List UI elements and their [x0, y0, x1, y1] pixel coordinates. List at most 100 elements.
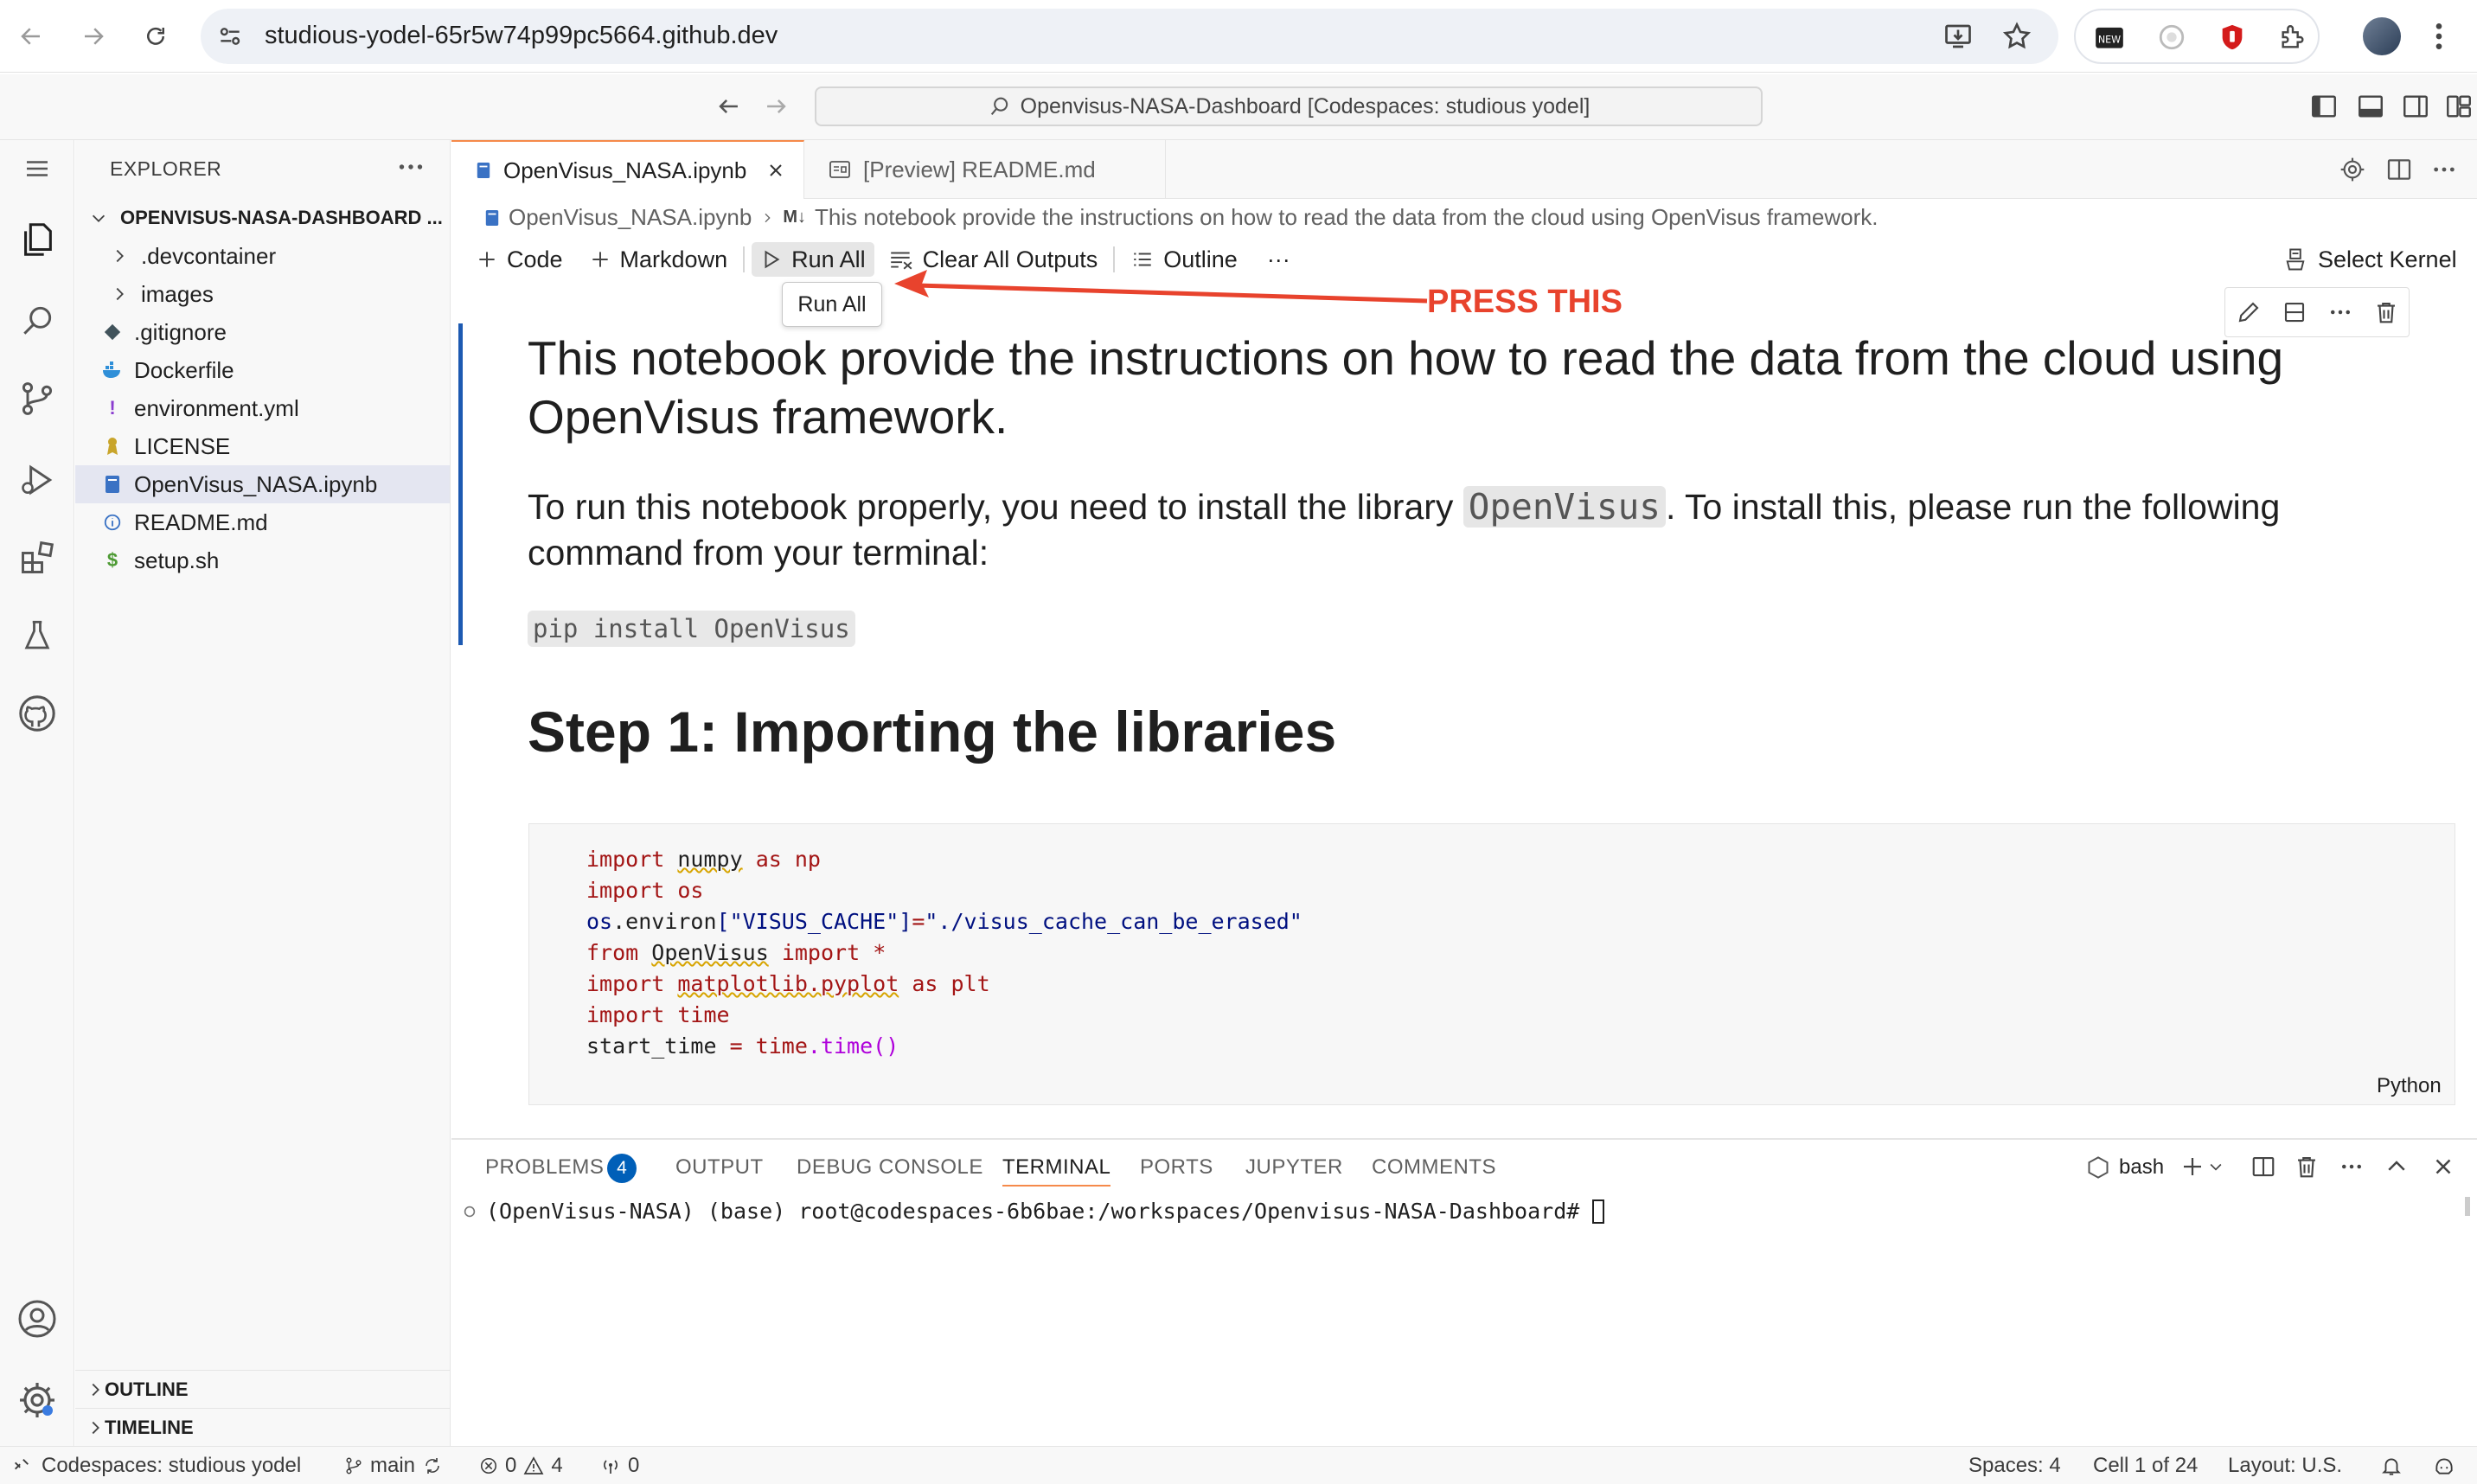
run-debug-icon[interactable] [12, 455, 62, 505]
panel-tab-ports[interactable]: PORTS [1140, 1155, 1213, 1180]
workspace-root[interactable]: OPENVISUS-NASA-DASHBOARD ... [75, 199, 450, 237]
close-icon[interactable] [765, 160, 786, 181]
notifications-bell-icon[interactable] [2380, 1447, 2403, 1484]
edit-pencil-icon[interactable] [2236, 299, 2262, 325]
nav-forward-icon[interactable] [761, 92, 790, 121]
command-center[interactable]: Openvisus-NASA-Dashboard [Codespaces: st… [815, 86, 1763, 126]
tab-readme-preview[interactable]: [Preview] README.md [804, 140, 1166, 199]
panel-tab-output[interactable]: OUTPUT [675, 1155, 764, 1180]
explorer-icon[interactable] [12, 214, 62, 265]
cell-position-status[interactable]: Cell 1 of 24 [2093, 1447, 2198, 1484]
search-icon[interactable] [12, 296, 62, 346]
toggle-secondary-sidebar-icon[interactable] [2401, 92, 2430, 121]
manage-gear-icon[interactable] [12, 1375, 62, 1425]
notebook-settings-gear-icon[interactable] [2339, 156, 2366, 183]
bookmark-star-icon[interactable] [2001, 21, 2032, 52]
accounts-icon[interactable] [12, 1294, 62, 1344]
toggle-sidebar-icon[interactable] [2309, 92, 2339, 121]
browser-reload-button[interactable] [137, 17, 175, 55]
split-terminal-icon[interactable] [2250, 1154, 2276, 1180]
browser-toolbar: studious-yodel-65r5w74p99pc5664.github.d… [0, 0, 2477, 73]
panel-more-icon[interactable] [2339, 1154, 2365, 1180]
tree-item-license[interactable]: LICENSE [75, 427, 450, 465]
run-all-label: Run All [791, 246, 866, 272]
run-all-button[interactable]: Run All [752, 242, 874, 277]
tree-item-gitignore[interactable]: .gitignore [75, 313, 450, 351]
command-center-label: Openvisus-NASA-Dashboard [Codespaces: st… [1020, 93, 1591, 118]
cell-more-icon[interactable] [2327, 299, 2353, 325]
panel-tab-jupyter[interactable]: JUPYTER [1245, 1155, 1343, 1180]
chevron-down-icon [2210, 1163, 2222, 1171]
site-info-icon[interactable] [216, 22, 244, 50]
tree-item-readme[interactable]: README.md [75, 503, 450, 541]
panel-tab-problems[interactable]: PROBLEMS [485, 1155, 604, 1180]
add-code-cell-button[interactable]: Code [467, 242, 572, 277]
editor-more-icon[interactable] [2430, 156, 2458, 183]
tree-item-environment-yml[interactable]: ! environment.yml [75, 389, 450, 427]
sync-icon[interactable] [422, 1455, 443, 1476]
kill-terminal-trash-icon[interactable] [2294, 1154, 2320, 1180]
extension-new-icon[interactable]: NEW [2093, 21, 2126, 54]
panel-tab-debug-console[interactable]: DEBUG CONSOLE [797, 1155, 983, 1180]
breadcrumb[interactable]: OpenVisus_NASA.ipynb M↓ This notebook pr… [484, 204, 1878, 231]
remote-indicator[interactable]: Codespaces: studious yodel [0, 1447, 332, 1484]
code-line: start_time = time.time() [586, 1033, 899, 1059]
customize-layout-icon[interactable] [2444, 92, 2474, 121]
url-text[interactable]: studious-yodel-65r5w74p99pc5664.github.d… [265, 22, 778, 50]
source-control-icon[interactable] [12, 374, 62, 424]
add-markdown-cell-button[interactable]: Markdown [580, 242, 737, 277]
terminal-scrollbar[interactable] [2465, 1197, 2470, 1216]
tab-notebook[interactable]: OpenVisus_NASA.ipynb [451, 140, 804, 199]
chevron-right-icon [106, 285, 132, 304]
outline-section-header[interactable]: OUTLINE [75, 1370, 450, 1408]
keyboard-layout-status[interactable]: Layout: U.S. [2228, 1447, 2342, 1484]
extension-ublock-icon[interactable] [2218, 22, 2247, 52]
menu-icon[interactable] [12, 144, 62, 194]
github-icon[interactable] [12, 688, 62, 739]
browser-menu-icon[interactable] [2430, 19, 2448, 54]
select-kernel-button[interactable]: Select Kernel [2283, 242, 2457, 277]
profile-avatar[interactable] [2363, 17, 2401, 55]
breadcrumb-file[interactable]: OpenVisus_NASA.ipynb [509, 204, 752, 231]
terminal-shell-selector[interactable]: bash [2086, 1155, 2164, 1180]
tree-item-devcontainer[interactable]: .devcontainer [75, 237, 450, 275]
cell-language-label[interactable]: Python [2377, 1074, 2442, 1098]
copilot-status-icon[interactable] [2432, 1447, 2456, 1484]
tree-item-label: README.md [134, 509, 268, 535]
tree-item-images[interactable]: images [75, 275, 450, 313]
install-app-icon[interactable] [1943, 21, 1974, 52]
close-panel-icon[interactable] [2430, 1154, 2456, 1180]
split-editor-icon[interactable] [2385, 156, 2413, 183]
extensions-puzzle-icon[interactable] [2278, 22, 2307, 52]
tree-item-label: .gitignore [134, 318, 227, 345]
ports-count: 0 [628, 1453, 640, 1477]
docker-icon [99, 361, 125, 380]
split-cell-icon[interactable] [2282, 299, 2307, 325]
sidebar-more-icon[interactable] [395, 154, 426, 180]
ports-status[interactable]: 0 [600, 1447, 639, 1484]
markdown-heading-2: Step 1: Importing the libraries [528, 700, 1337, 764]
toggle-panel-icon[interactable] [2356, 92, 2385, 121]
browser-back-button[interactable] [12, 17, 50, 55]
indentation-status[interactable]: Spaces: 4 [1968, 1447, 2061, 1484]
new-terminal-button[interactable] [2179, 1154, 2224, 1180]
plus-icon [592, 252, 608, 267]
extensions-icon[interactable] [12, 533, 62, 583]
markdown-code-block: pip install OpenVisus [528, 611, 855, 647]
delete-trash-icon[interactable] [2373, 299, 2399, 325]
extension-circle-icon[interactable] [2157, 22, 2186, 52]
panel-tab-terminal[interactable]: TERMINAL [1002, 1155, 1111, 1187]
maximize-panel-chevron-up-icon[interactable] [2384, 1154, 2410, 1180]
nav-back-icon[interactable] [714, 92, 744, 121]
timeline-section-header[interactable]: TIMELINE [75, 1408, 450, 1446]
panel-tab-comments[interactable]: COMMENTS [1372, 1155, 1496, 1180]
problems-status[interactable]: 0 4 [479, 1447, 563, 1484]
git-branch-status[interactable]: main [344, 1447, 443, 1484]
terminal-output[interactable]: (OpenVisus-NASA) (base) root@codespaces-… [462, 1199, 1605, 1224]
breadcrumb-section[interactable]: This notebook provide the instructions o… [815, 204, 1878, 231]
tree-item-notebook-selected[interactable]: OpenVisus_NASA.ipynb [75, 465, 450, 503]
tree-item-setup-sh[interactable]: $ setup.sh [75, 541, 450, 579]
testing-flask-icon[interactable] [12, 611, 62, 661]
browser-forward-button[interactable] [74, 17, 112, 55]
tree-item-dockerfile[interactable]: Dockerfile [75, 351, 450, 389]
